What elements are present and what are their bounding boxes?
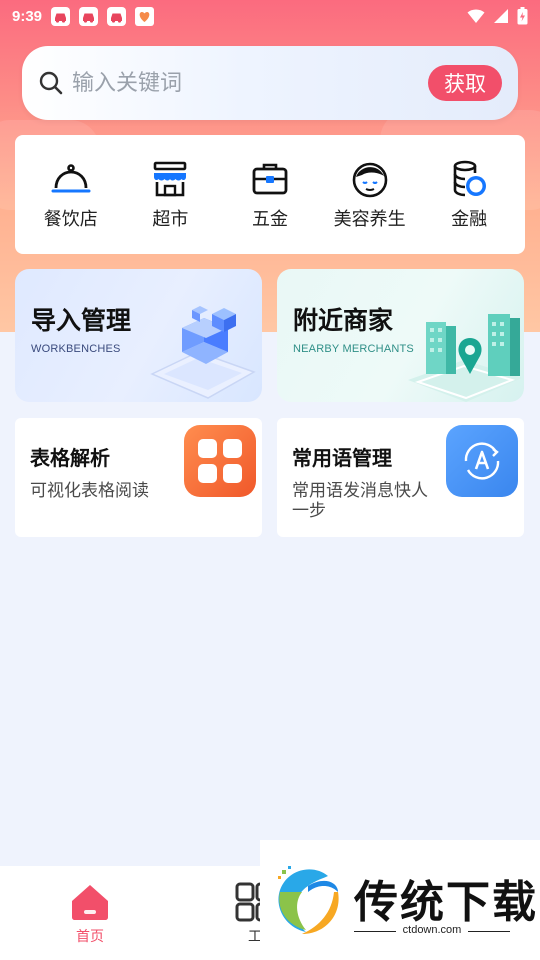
grid-app-icon [184,425,256,497]
category-beauty[interactable]: 美容养生 [322,159,418,231]
battery-icon [517,7,528,25]
category-restaurant[interactable]: 餐饮店 [23,159,119,231]
wifi-icon [467,9,485,23]
phrase-management-card[interactable]: 常用语管理 常用语发消息快人一步 [277,418,524,537]
search-bar: 获取 [22,46,518,120]
tool-description: 常用语发消息快人一步 [292,481,428,521]
driving-app-icon [50,6,71,27]
status-right [467,7,528,25]
watermark-divider [468,931,510,932]
watermark-text: 传统下载 [354,877,538,928]
translate-app-icon [446,425,518,497]
city-map-illustration [408,314,522,402]
category-label: 五金 [251,208,288,230]
signal-icon [494,9,508,23]
cloche-icon [51,163,91,192]
watermark-overlay: 传统下载 ctdown.com [260,840,540,960]
category-grid: 餐饮店 超市 五金 美容养生 金融 [15,135,525,254]
search-button[interactable]: 获取 [428,65,502,101]
heart-app-icon [134,6,155,27]
search-input[interactable] [72,70,428,96]
face-icon [352,162,387,197]
category-label: 美容养生 [333,208,406,230]
search-icon [39,71,63,95]
home-icon [72,885,108,920]
watermark-url: ctdown.com [402,924,462,936]
workbench-illustration [150,306,256,399]
watermark-logo [278,866,339,934]
table-parsing-card[interactable]: 表格解析 可视化表格阅读 [15,418,262,537]
driving-app-icon [106,6,127,27]
category-hardware[interactable]: 五金 [222,159,318,231]
driving-app-icon [78,6,99,27]
toolbox-icon [252,163,288,194]
category-supermarket[interactable]: 超市 [122,159,218,231]
import-management-card[interactable]: 导入管理 WORKBENCHES [15,269,262,402]
tab-home[interactable]: 首页 [45,882,135,946]
status-bar: 9:39 [0,0,540,32]
status-time: 9:39 [12,7,43,25]
category-label: 餐饮店 [43,208,98,230]
category-label: 超市 [152,208,189,230]
storefront-icon [154,161,187,196]
nearby-merchants-card[interactable]: 附近商家 NEARBY MERCHANTS [277,269,524,402]
tab-label: 首页 [76,929,104,945]
tool-description: 可视化表格阅读 [30,481,149,501]
category-finance[interactable]: 金融 [421,159,517,231]
category-label: 金融 [451,208,488,230]
coins-icon [453,160,487,196]
